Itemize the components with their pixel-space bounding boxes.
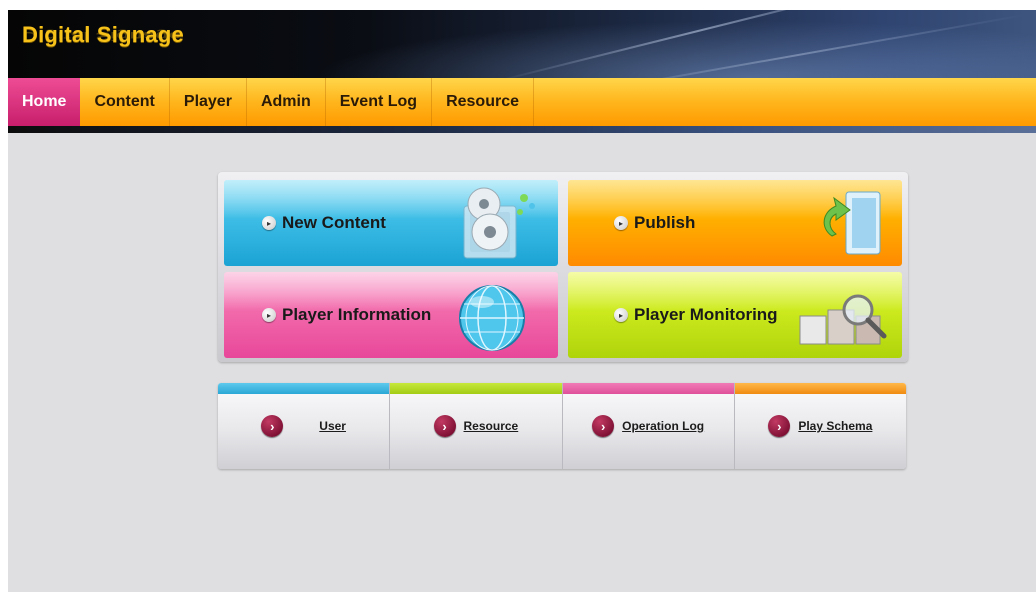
link-cell-play-schema[interactable]: › Play Schema bbox=[734, 383, 906, 469]
nav-item-player[interactable]: Player bbox=[170, 78, 247, 126]
link-cell-user[interactable]: › User bbox=[218, 383, 391, 469]
admin-links-bar: › User › Resource › Operation Log › Play… bbox=[218, 383, 906, 469]
magnifier-monitor-icon bbox=[799, 294, 887, 345]
nav-item-resource[interactable]: Resource bbox=[432, 78, 534, 126]
nav-item-content[interactable]: Content bbox=[80, 78, 170, 126]
tile-label: ▸ Player Monitoring bbox=[614, 305, 778, 325]
quick-access-panel: ▸ New Content ▸ Publish ▸ Player Informa… bbox=[218, 172, 908, 362]
tile-label: ▸ Publish bbox=[614, 213, 695, 233]
player-monitoring-label: Player Monitoring bbox=[634, 305, 778, 324]
chevron-right-icon: › bbox=[592, 415, 615, 437]
link-cell-operation-log[interactable]: › Operation Log bbox=[562, 383, 735, 469]
publish-label: Publish bbox=[634, 213, 696, 232]
link-cell-resource[interactable]: › Resource bbox=[390, 383, 563, 469]
operation-log-link[interactable]: Operation Log bbox=[622, 419, 704, 433]
player-information-tile[interactable]: ▸ Player Information bbox=[224, 272, 558, 358]
play-bullet-icon: ▸ bbox=[614, 308, 628, 322]
nav-item-home[interactable]: Home bbox=[8, 78, 81, 126]
user-link[interactable]: User bbox=[319, 419, 346, 433]
player-monitoring-tile[interactable]: ▸ Player Monitoring bbox=[568, 272, 902, 358]
chevron-right-icon: › bbox=[768, 415, 791, 437]
link-accent-bar bbox=[562, 383, 734, 394]
link-accent-bar bbox=[390, 383, 562, 394]
link-accent-bar bbox=[734, 383, 906, 394]
nav-item-event-log[interactable]: Event Log bbox=[326, 78, 433, 126]
publish-arrow-icon bbox=[823, 191, 881, 255]
page-frame: Digital Signage Digital Signage Home Con… bbox=[8, 10, 1036, 592]
new-content-label: New Content bbox=[282, 213, 386, 232]
header-banner: Digital Signage Digital Signage bbox=[8, 10, 1036, 78]
publish-tile[interactable]: ▸ Publish bbox=[568, 180, 902, 266]
play-bullet-icon: ▸ bbox=[262, 308, 276, 322]
play-bullet-icon: ▸ bbox=[614, 216, 628, 230]
chevron-right-icon: › bbox=[261, 415, 284, 437]
chevron-right-icon: › bbox=[433, 415, 456, 437]
globe-icon bbox=[459, 285, 525, 351]
tile-label: ▸ New Content bbox=[262, 213, 386, 233]
cd-package-icon bbox=[463, 187, 535, 259]
player-information-label: Player Information bbox=[282, 305, 432, 324]
link-accent-bar bbox=[218, 383, 390, 394]
play-schema-link[interactable]: Play Schema bbox=[798, 419, 872, 433]
play-bullet-icon: ▸ bbox=[262, 216, 276, 230]
main-nav: Home Content Player Admin Event Log Reso… bbox=[8, 78, 1036, 133]
app-logo-reflection: Digital Signage bbox=[22, 29, 181, 43]
resource-link[interactable]: Resource bbox=[464, 419, 519, 433]
nav-item-admin[interactable]: Admin bbox=[247, 78, 326, 126]
header-light-streak bbox=[493, 10, 903, 78]
new-content-tile[interactable]: ▸ New Content bbox=[224, 180, 558, 266]
tile-label: ▸ Player Information bbox=[262, 305, 431, 325]
